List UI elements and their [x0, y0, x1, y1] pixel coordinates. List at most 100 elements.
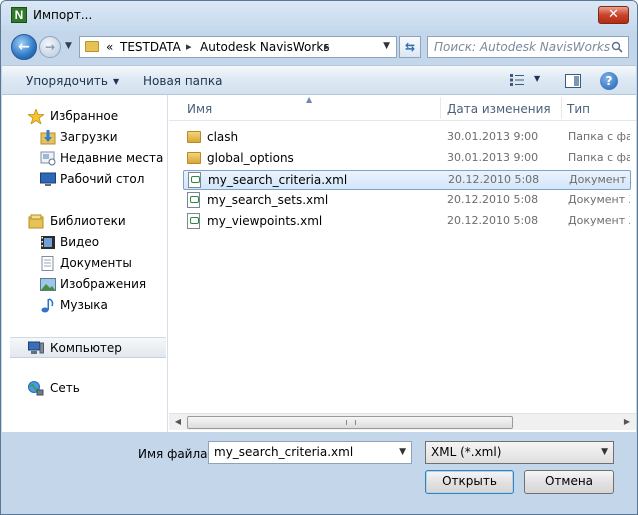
- navisworks-app-icon: N: [11, 7, 27, 23]
- column-divider[interactable]: [561, 97, 562, 119]
- sidebar-item-pictures[interactable]: Изображения: [2, 274, 168, 295]
- import-dialog: N Импорт... ✕ ← → ▼ « TESTDATA ▸ Autodes…: [0, 0, 638, 515]
- history-dropdown-icon[interactable]: ▼: [65, 41, 72, 51]
- new-folder-button[interactable]: Новая папка: [143, 74, 222, 88]
- sidebar-item-computer[interactable]: Компьютер: [10, 337, 166, 358]
- column-header-date[interactable]: Дата изменения: [447, 102, 551, 116]
- sidebar-item-video[interactable]: Видео: [2, 232, 168, 253]
- breadcrumb-chevron-icon[interactable]: ▸: [186, 40, 192, 53]
- sidebar-item-recent-places[interactable]: Недавние места: [2, 148, 168, 169]
- organize-label: Упорядочить: [26, 74, 108, 88]
- pictures-icon: [40, 278, 56, 291]
- video-icon: [41, 236, 55, 249]
- xml-file-icon: [187, 213, 200, 229]
- sidebar-item-favorites[interactable]: Избранное: [2, 106, 168, 127]
- sidebar-item-label: Библиотеки: [50, 214, 126, 228]
- sidebar-item-label: Недавние места: [60, 151, 164, 165]
- organize-button[interactable]: Упорядочить ▼: [26, 74, 119, 88]
- sidebar-item-label: Загрузки: [60, 130, 118, 144]
- sidebar-item-label: Компьютер: [50, 341, 122, 355]
- sidebar-item-label: Документы: [60, 256, 132, 270]
- file-type-value: XML (*.xml): [431, 445, 502, 459]
- folder-icon: [187, 152, 201, 164]
- file-date: 20.12.2010 5:08: [447, 214, 539, 227]
- horizontal-scrollbar[interactable]: ◀ ▶: [169, 413, 636, 430]
- cancel-button[interactable]: Отмена: [524, 470, 614, 494]
- file-type: Папка с фай: [568, 151, 630, 164]
- scroll-left-icon[interactable]: ◀: [171, 416, 185, 428]
- address-dropdown-icon[interactable]: ▼: [383, 41, 390, 51]
- help-icon[interactable]: ?: [600, 72, 618, 90]
- xml-file-icon: [187, 192, 200, 208]
- view-options-icon[interactable]: [510, 74, 524, 86]
- file-name: my_search_sets.xml: [207, 193, 329, 207]
- file-row-my-search-sets[interactable]: my_search_sets.xml 20.12.2010 5:08 Докум…: [183, 191, 631, 211]
- sidebar-item-documents[interactable]: Документы: [2, 253, 168, 274]
- file-row-clash[interactable]: clash 30.01.2013 9:00 Папка с фай: [183, 128, 631, 148]
- file-date: 20.12.2010 5:08: [447, 193, 539, 206]
- refresh-button[interactable]: ⇆: [399, 36, 421, 58]
- scroll-right-icon[interactable]: ▶: [620, 416, 634, 428]
- view-dropdown-icon[interactable]: ▼: [534, 74, 540, 83]
- command-bar: Упорядочить ▼ Новая папка ▼ ?: [2, 65, 636, 95]
- downloads-folder-icon: [40, 130, 56, 145]
- forward-button[interactable]: →: [39, 36, 61, 58]
- chevron-down-icon: ▼: [112, 77, 120, 86]
- folder-icon: [85, 41, 99, 52]
- documents-icon: [41, 256, 54, 271]
- column-divider[interactable]: [440, 97, 441, 119]
- sidebar-item-label: Видео: [60, 235, 100, 249]
- sidebar-item-downloads[interactable]: Загрузки: [2, 127, 168, 148]
- file-type: Документ X: [568, 193, 630, 206]
- chevron-down-icon[interactable]: ▼: [399, 447, 406, 457]
- sidebar-item-network[interactable]: Сеть: [2, 378, 168, 399]
- search-input[interactable]: Поиск: Autodesk NavisWorks: [427, 36, 629, 58]
- back-button[interactable]: ←: [11, 34, 37, 60]
- file-row-my-viewpoints[interactable]: my_viewpoints.xml 20.12.2010 5:08 Докуме…: [183, 212, 631, 232]
- filename-field[interactable]: my_search_criteria.xml ▼: [208, 441, 412, 464]
- sidebar-item-label: Сеть: [50, 381, 80, 395]
- file-type: Документ X: [569, 173, 631, 186]
- column-header-type[interactable]: Тип: [567, 102, 590, 116]
- file-date: 20.12.2010 5:08: [448, 173, 540, 186]
- folder-icon: [187, 131, 201, 143]
- chevron-down-icon[interactable]: ▼: [601, 447, 608, 457]
- recent-places-icon: [40, 151, 56, 166]
- file-date: 30.01.2013 9:00: [447, 130, 539, 143]
- breadcrumb-autodesk-navisworks[interactable]: Autodesk NavisWorks: [200, 40, 330, 54]
- sidebar-item-libraries[interactable]: Библиотеки: [2, 211, 168, 232]
- music-icon: [41, 298, 54, 313]
- libraries-icon: [28, 214, 44, 229]
- close-button[interactable]: ✕: [598, 6, 629, 24]
- sidebar-item-label: Изображения: [60, 277, 147, 291]
- file-list-pane: ▲ Имя Дата изменения Тип clash 30.01.201…: [169, 95, 636, 432]
- sidebar-item-music[interactable]: Музыка: [2, 295, 168, 316]
- address-bar[interactable]: « TESTDATA ▸ Autodesk NavisWorks ▸ ▼: [79, 36, 397, 58]
- scrollbar-thumb[interactable]: [187, 416, 513, 429]
- file-row-global-options[interactable]: global_options 30.01.2013 9:00 Папка с ф…: [183, 149, 631, 169]
- file-row-my-search-criteria[interactable]: my_search_criteria.xml 20.12.2010 5:08 Д…: [183, 170, 631, 190]
- path-overflow[interactable]: «: [106, 40, 113, 54]
- file-name: global_options: [207, 151, 294, 165]
- desktop-icon: [40, 172, 56, 186]
- file-type: Папка с фай: [568, 130, 630, 143]
- file-name: clash: [207, 130, 239, 144]
- file-name: my_search_criteria.xml: [208, 173, 348, 187]
- navigation-pane: Избранное Загрузки Недавние места Рабочи…: [2, 95, 168, 432]
- grip-icon: [346, 420, 356, 425]
- sort-ascending-icon: ▲: [306, 95, 313, 104]
- star-icon: [28, 109, 44, 124]
- file-date: 30.01.2013 9:00: [447, 151, 539, 164]
- preview-pane-icon[interactable]: [565, 74, 581, 88]
- search-icon[interactable]: [611, 41, 623, 53]
- xml-file-icon: [188, 172, 201, 188]
- network-icon: [28, 381, 44, 396]
- breadcrumb-testdata[interactable]: TESTDATA: [120, 40, 181, 54]
- computer-icon: [28, 341, 44, 354]
- sidebar-item-desktop[interactable]: Рабочий стол: [2, 169, 168, 190]
- open-button[interactable]: Открыть: [425, 470, 514, 494]
- file-type-select[interactable]: XML (*.xml) ▼: [425, 441, 614, 464]
- breadcrumb-chevron-icon[interactable]: ▸: [324, 40, 330, 53]
- column-header-name[interactable]: Имя: [187, 102, 212, 116]
- content-area: Избранное Загрузки Недавние места Рабочи…: [2, 95, 636, 432]
